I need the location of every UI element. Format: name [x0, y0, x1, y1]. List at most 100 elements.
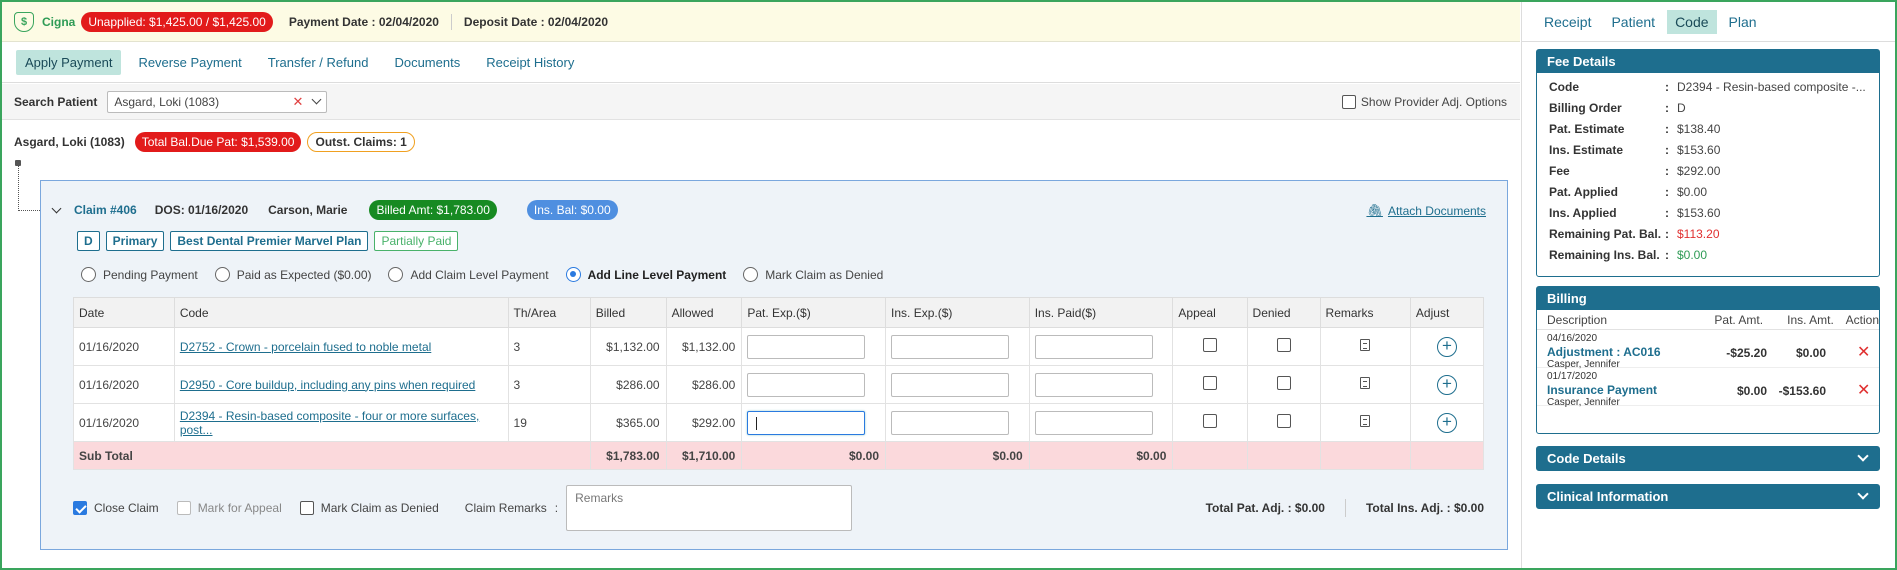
fee-value: D	[1677, 100, 1686, 115]
divider	[1344, 499, 1346, 517]
add-adjustment-icon[interactable]: +	[1436, 412, 1457, 433]
add-adjustment-icon[interactable]: +	[1436, 374, 1457, 395]
chevron-down-icon[interactable]	[311, 94, 322, 105]
billing-description-link[interactable]: Adjustment : AC016	[1547, 345, 1661, 359]
billing-ins-amt: -$153.60	[1778, 384, 1826, 398]
radio-pending-payment[interactable]: Pending Payment	[81, 267, 198, 282]
billing-row: 01/17/2020 Insurance Payment Casper, Jen…	[1537, 368, 1879, 408]
fee-key: Code	[1549, 79, 1579, 94]
radio-button[interactable]	[81, 267, 96, 282]
remarks-note-icon[interactable]	[1360, 339, 1371, 351]
fee-value: $0.00	[1677, 184, 1708, 199]
appeal-checkbox[interactable]	[1202, 338, 1217, 352]
radio-add-line-level-payment[interactable]: Add Line Level Payment	[565, 267, 727, 282]
claim-header: Claim #406 DOS: 01/16/2020 Carson, Marie…	[51, 200, 648, 220]
radio-button[interactable]	[743, 267, 759, 282]
dollar-shield-icon: $	[14, 11, 34, 32]
clinical-info-section[interactable]: Clinical Information	[1536, 484, 1880, 509]
show-provider-adj-checkbox[interactable]	[1341, 94, 1356, 109]
show-provider-adj-option[interactable]: Show Provider Adj. Options	[1341, 94, 1507, 109]
radio-mark-claim-denied[interactable]: Mark Claim as Denied	[743, 267, 883, 282]
billing-description-link[interactable]: Insurance Payment	[1547, 383, 1657, 397]
code-details-header[interactable]: Code Details	[1537, 447, 1879, 470]
mark-denied-checkbox[interactable]	[299, 501, 314, 515]
ins-paid-input[interactable]	[1034, 410, 1153, 435]
search-patient-row: Search Patient Asgard, Loki (1083) ✕ Sho…	[2, 84, 1520, 120]
appeal-checkbox[interactable]	[1202, 414, 1217, 428]
patient-summary: Asgard, Loki (1083) Total Bal.Due Pat: $…	[14, 132, 421, 152]
denied-checkbox[interactable]	[1276, 338, 1291, 352]
clinical-info-header[interactable]: Clinical Information	[1537, 485, 1879, 508]
denied-checkbox[interactable]	[1276, 414, 1291, 428]
row-date: 01/16/2020	[73, 403, 175, 442]
billing-order-tag: D	[77, 231, 100, 251]
radio-label: Mark Claim as Denied	[765, 267, 884, 282]
radio-button[interactable]	[388, 267, 404, 282]
radio-label: Add Line Level Payment	[587, 267, 727, 282]
fee-key: Ins. Estimate	[1549, 142, 1624, 157]
pat-exp-input[interactable]	[747, 334, 866, 359]
appeal-checkbox[interactable]	[1202, 376, 1217, 390]
right-panel: Receipt Patient Code Plan Fee Details Co…	[1521, 2, 1895, 568]
radio-paid-as-expected[interactable]: Paid as Expected ($0.00)	[214, 267, 371, 282]
remarks-note-icon[interactable]	[1360, 415, 1371, 427]
col-code: Code	[173, 297, 509, 328]
tab-transfer-refund[interactable]: Transfer / Refund	[259, 50, 378, 75]
fee-key: Pat. Estimate	[1549, 121, 1625, 136]
mark-appeal-checkbox[interactable]	[176, 501, 191, 515]
ins-paid-input[interactable]	[1034, 334, 1153, 359]
billing-ins-amt: $0.00	[1795, 346, 1826, 360]
subtotal-allowed: $1,710.00	[665, 441, 743, 470]
tab-plan[interactable]: Plan	[1721, 10, 1765, 34]
remarks-note-icon[interactable]	[1360, 377, 1371, 389]
claim-remarks-colon: :	[554, 501, 559, 515]
tree-line	[18, 210, 40, 211]
claim-status-tag: Partially Paid	[374, 231, 459, 251]
tab-apply-payment[interactable]: Apply Payment	[16, 50, 122, 75]
radio-button[interactable]	[214, 267, 230, 282]
chevron-down-icon[interactable]	[1857, 488, 1869, 500]
close-claim-checkbox[interactable]	[73, 501, 87, 515]
tab-receipt[interactable]: Receipt	[1536, 10, 1599, 34]
claim-remarks-textarea[interactable]: Remarks	[566, 485, 853, 531]
procedure-code-link[interactable]: D2950 - Core buildup, including any pins…	[180, 378, 476, 392]
claim-number[interactable]: Claim #406	[74, 203, 137, 217]
pat-exp-input[interactable]	[747, 410, 866, 435]
tab-patient[interactable]: Patient	[1603, 10, 1663, 34]
pat-exp-input[interactable]	[747, 372, 866, 397]
billing-date: 04/16/2020	[1547, 333, 1598, 344]
delete-icon[interactable]: ✕	[1857, 342, 1870, 362]
chevron-down-icon[interactable]	[1857, 450, 1869, 462]
search-patient-select[interactable]: Asgard, Loki (1083) ✕	[107, 90, 328, 113]
tab-code[interactable]: Code	[1667, 9, 1717, 34]
attach-documents-link[interactable]: 🖇 Attach Documents	[1366, 203, 1486, 219]
denied-checkbox[interactable]	[1276, 376, 1291, 390]
tab-documents[interactable]: Documents	[385, 50, 469, 75]
close-claim-option[interactable]: Close Claim	[73, 501, 159, 515]
collapse-chevron-icon[interactable]	[51, 203, 62, 214]
subtotal-ins-exp: $0.00	[885, 441, 1030, 470]
payment-header: $ Cigna Unapplied: $1,425.00 / $1,425.00…	[2, 2, 1520, 42]
ins-exp-input[interactable]	[891, 410, 1010, 435]
clear-icon[interactable]: ✕	[292, 94, 303, 110]
code-details-section[interactable]: Code Details	[1536, 446, 1880, 471]
fee-row: Code: D2394 - Resin-based composite -...	[1537, 76, 1879, 97]
mark-appeal-option[interactable]: Mark for Appeal	[176, 501, 282, 515]
row-allowed: $286.00	[665, 365, 743, 404]
claim-remarks-placeholder: Remarks	[575, 491, 624, 505]
radio-add-claim-level-payment[interactable]: Add Claim Level Payment	[388, 267, 549, 282]
mark-denied-option[interactable]: Mark Claim as Denied	[299, 501, 439, 515]
billed-amount-badge: Billed Amt: $1,783.00	[369, 200, 497, 220]
ins-exp-input[interactable]	[891, 334, 1010, 359]
procedure-code-link[interactable]: D2752 - Crown - porcelain fused to noble…	[180, 340, 431, 354]
radio-button-selected[interactable]	[565, 267, 581, 282]
procedure-code-link[interactable]: D2394 - Resin-based composite - four or …	[180, 409, 479, 437]
fee-row: Remaining Ins. Bal.: $0.00	[1537, 244, 1879, 265]
tab-receipt-history[interactable]: Receipt History	[477, 50, 583, 75]
add-adjustment-icon[interactable]: +	[1436, 336, 1457, 357]
ins-paid-input[interactable]	[1034, 372, 1153, 397]
tab-reverse-payment[interactable]: Reverse Payment	[129, 50, 250, 75]
delete-icon[interactable]: ✕	[1857, 380, 1870, 400]
row-billed: $286.00	[589, 365, 667, 404]
ins-exp-input[interactable]	[891, 372, 1010, 397]
